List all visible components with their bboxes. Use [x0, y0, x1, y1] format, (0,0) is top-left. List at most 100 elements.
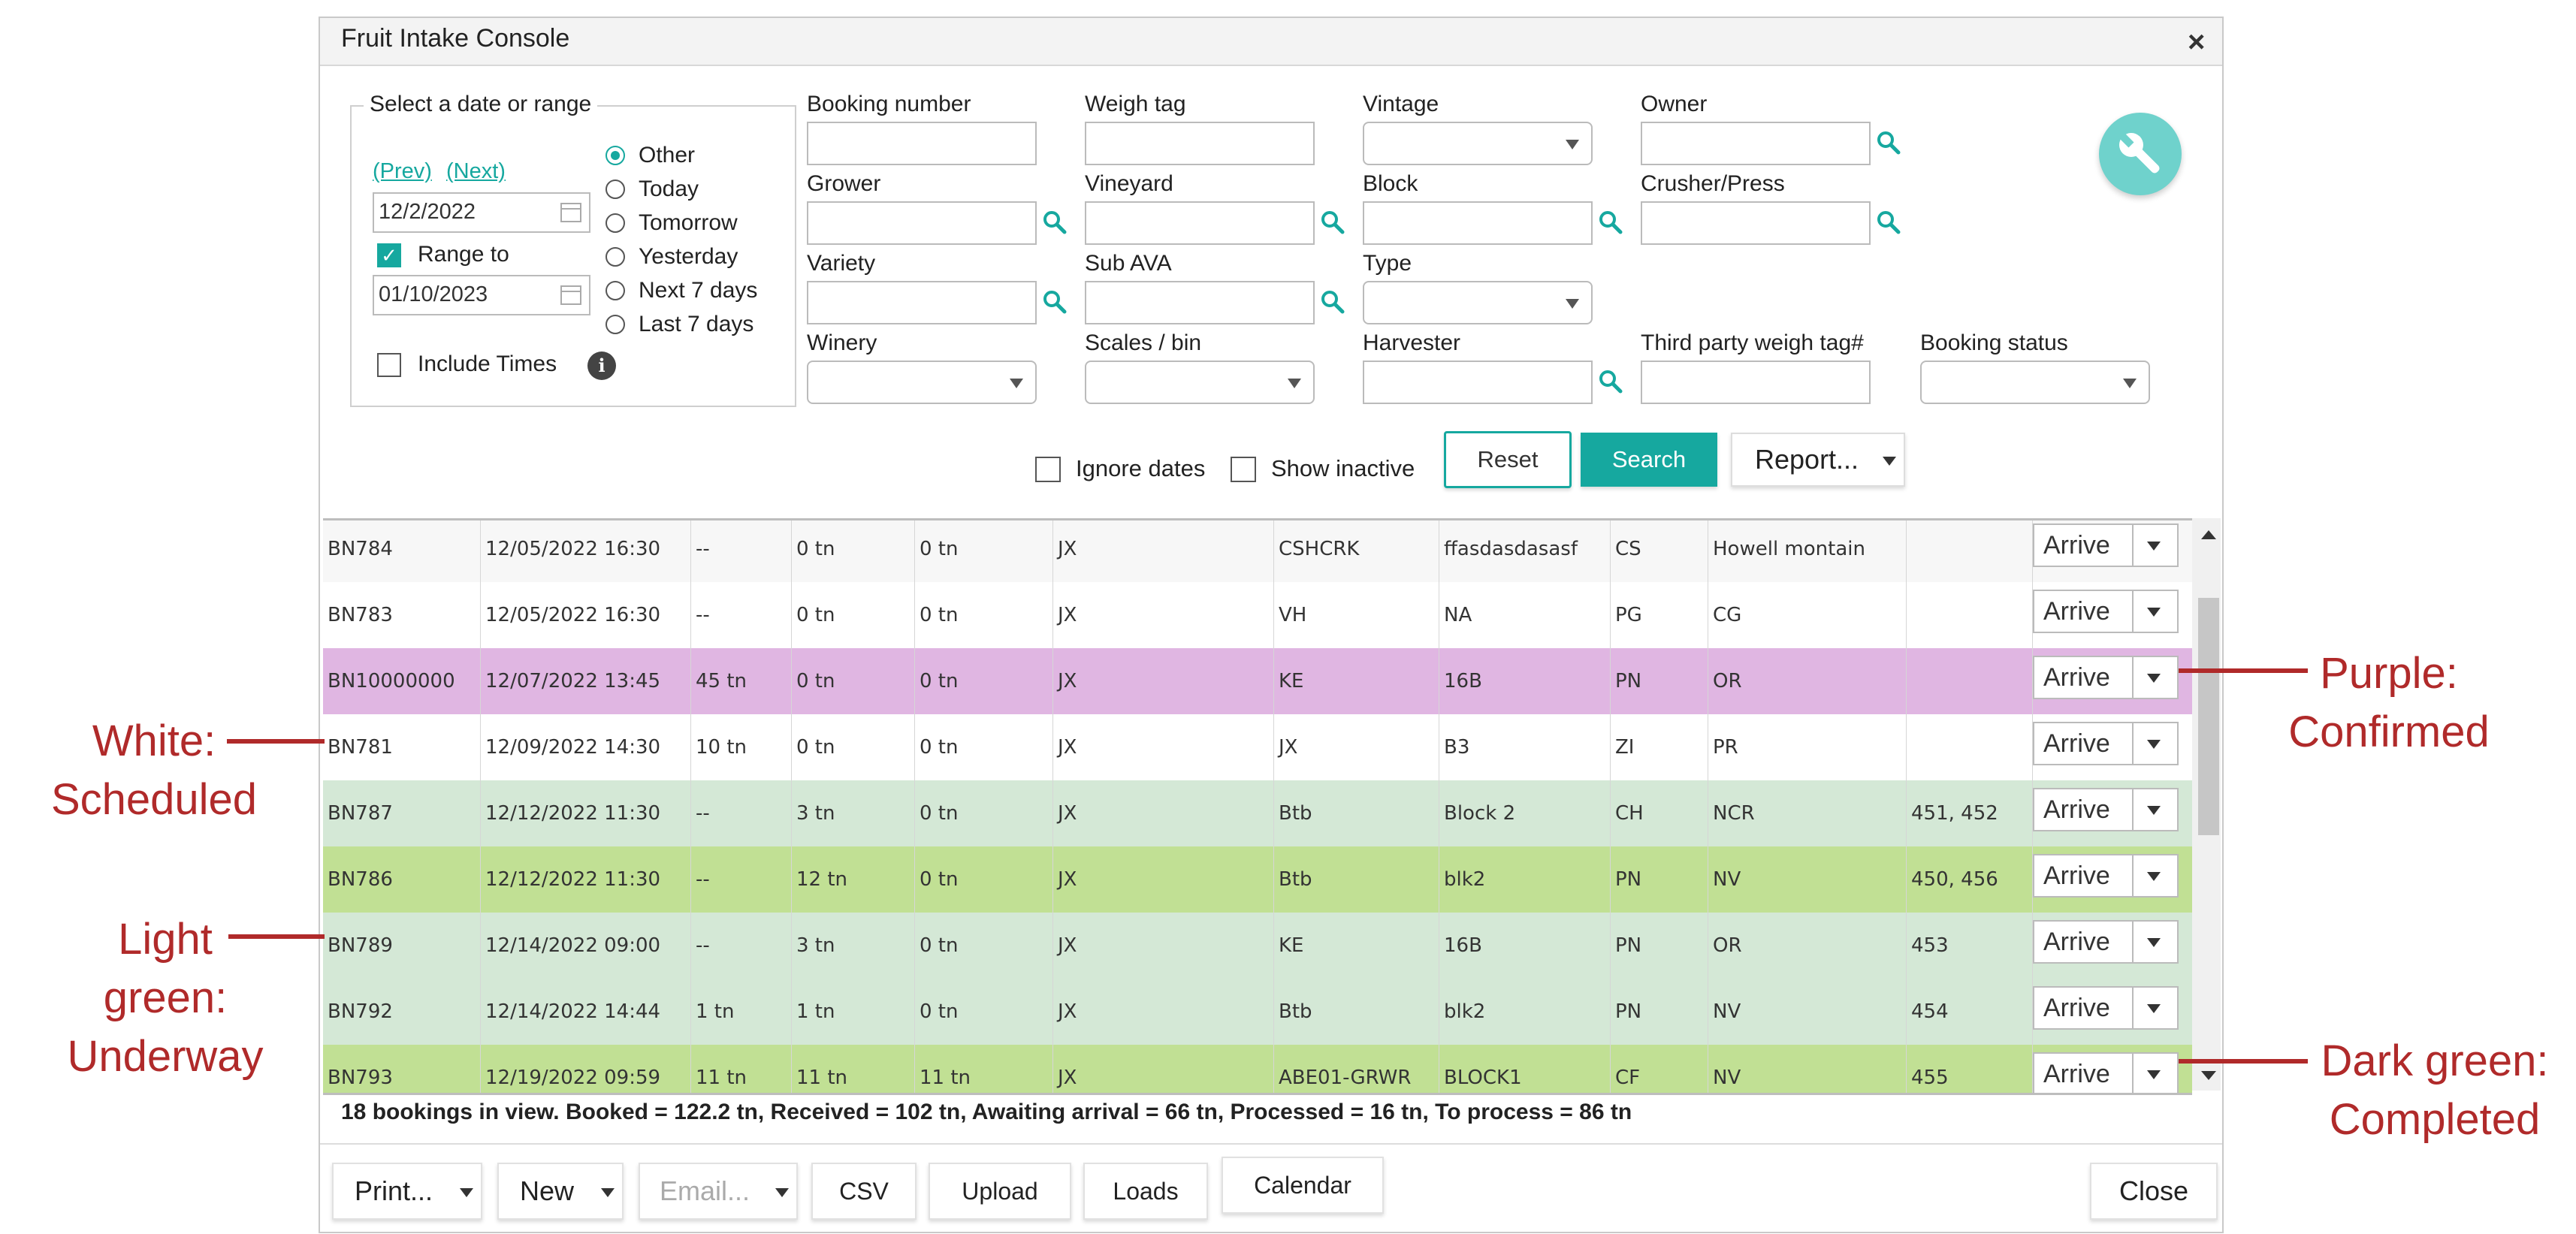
- calendar-icon[interactable]: [560, 285, 581, 305]
- grower-input[interactable]: [807, 201, 1037, 245]
- owner-input[interactable]: [1641, 122, 1871, 165]
- chevron-down-icon[interactable]: [2147, 740, 2161, 749]
- split-divider: [2132, 988, 2134, 1028]
- arrive-button[interactable]: Arrive: [2033, 590, 2179, 633]
- show-inactive-checkbox[interactable]: [1231, 457, 1256, 482]
- arrive-button[interactable]: Arrive: [2033, 986, 2179, 1030]
- arrive-button[interactable]: Arrive: [2033, 523, 2179, 567]
- table-cell: 12/19/2022 09:59: [481, 1045, 691, 1093]
- radio-label: Other: [639, 142, 696, 167]
- table-cell: CSHCRK: [1274, 520, 1439, 582]
- close-button[interactable]: Close: [2090, 1163, 2218, 1220]
- print-button[interactable]: Print...: [332, 1163, 482, 1220]
- new-button[interactable]: New: [497, 1163, 624, 1220]
- variety-input[interactable]: [807, 281, 1037, 324]
- chevron-down-icon[interactable]: [2147, 872, 2161, 881]
- crusher-press-input[interactable]: [1641, 201, 1871, 245]
- table-cell: [1907, 648, 2033, 714]
- search-button[interactable]: Search: [1581, 433, 1717, 487]
- arrive-button[interactable]: Arrive: [2033, 920, 2179, 964]
- radio-next-7-days[interactable]: Next 7 days: [605, 273, 786, 307]
- weigh-tag-input[interactable]: [1085, 122, 1315, 165]
- arrive-button[interactable]: Arrive: [2033, 1052, 2179, 1093]
- arrive-button[interactable]: Arrive: [2033, 854, 2179, 898]
- radio-button[interactable]: [605, 179, 625, 199]
- table-row[interactable]: BN10000000 12/07/2022 13:45 45 tn 0 tn 0 tn J…: [323, 648, 2192, 715]
- vintage-select[interactable]: [1363, 122, 1593, 165]
- radio-button[interactable]: [605, 314, 625, 334]
- arrive-button[interactable]: Arrive: [2033, 656, 2179, 699]
- arrive-button[interactable]: Arrive: [2033, 722, 2179, 765]
- chevron-down-icon[interactable]: [2147, 806, 2161, 815]
- radio-tomorrow[interactable]: Tomorrow: [605, 206, 786, 240]
- table-row[interactable]: BN783 12/05/2022 16:30 -- 0 tn 0 tn JX VH NA PG C…: [323, 582, 2192, 649]
- search-icon[interactable]: [1319, 209, 1345, 234]
- include-times-checkbox[interactable]: [377, 353, 401, 377]
- csv-button[interactable]: CSV: [811, 1163, 917, 1220]
- calendar-button[interactable]: Calendar: [1222, 1157, 1384, 1214]
- table-row[interactable]: BN781 12/09/2022 14:30 10 tn 0 tn 0 tn JX JX B3…: [323, 714, 2192, 781]
- search-icon[interactable]: [1597, 209, 1623, 234]
- radio-button[interactable]: [605, 246, 625, 267]
- block-input[interactable]: [1363, 201, 1593, 245]
- table-row[interactable]: BN786 12/12/2022 11:30 -- 12 tn 0 tn JX Btb blk…: [323, 846, 2192, 913]
- chevron-down-icon[interactable]: [2147, 674, 2161, 683]
- email-button[interactable]: Email...: [639, 1163, 798, 1220]
- info-icon[interactable]: i: [587, 351, 616, 380]
- table-cell: NV: [1708, 1045, 1907, 1093]
- table-row[interactable]: BN793 12/19/2022 09:59 11 tn 11 tn 11 tn JX AB…: [323, 1045, 2192, 1093]
- annotation-purple: Purple: Confirmed: [2254, 644, 2524, 762]
- range-to-checkbox[interactable]: ✓: [377, 243, 401, 267]
- chevron-down-icon[interactable]: [2147, 938, 2161, 947]
- ignore-dates-checkbox[interactable]: [1035, 457, 1061, 482]
- reset-button[interactable]: Reset: [1444, 431, 1572, 488]
- table-row[interactable]: BN784 12/05/2022 16:30 -- 0 tn 0 tn JX CSHCRK f…: [323, 520, 2192, 583]
- next-link[interactable]: (Next): [446, 159, 506, 184]
- search-icon[interactable]: [1041, 288, 1067, 314]
- search-icon[interactable]: [1319, 288, 1345, 314]
- search-icon[interactable]: [1597, 368, 1623, 394]
- loads-button[interactable]: Loads: [1083, 1163, 1208, 1220]
- scrollbar-thumb[interactable]: [2198, 598, 2219, 835]
- arrive-button[interactable]: Arrive: [2033, 788, 2179, 831]
- radio-other[interactable]: Other: [605, 138, 786, 172]
- winery-select[interactable]: [807, 361, 1037, 404]
- scroll-up-icon[interactable]: [2201, 530, 2216, 539]
- vineyard-input[interactable]: [1085, 201, 1315, 245]
- third-party-weigh-tag-input[interactable]: [1641, 361, 1871, 404]
- chevron-down-icon[interactable]: [2147, 542, 2161, 551]
- chevron-down-icon[interactable]: [2147, 1070, 2161, 1079]
- booking-number-input[interactable]: [807, 122, 1037, 165]
- harvester-label: Harvester: [1363, 330, 1461, 355]
- sub-ava-input[interactable]: [1085, 281, 1315, 324]
- chevron-down-icon[interactable]: [2147, 1004, 2161, 1013]
- radio-button[interactable]: [605, 145, 625, 165]
- search-icon[interactable]: [1875, 209, 1901, 234]
- radio-button[interactable]: [605, 280, 625, 300]
- show-inactive-label: Show inactive: [1271, 455, 1415, 481]
- radio-button[interactable]: [605, 213, 625, 233]
- report-button[interactable]: Report...: [1731, 433, 1905, 487]
- radio-yesterday[interactable]: Yesterday: [605, 240, 786, 273]
- table-row[interactable]: BN787 12/12/2022 11:30 -- 3 tn 0 tn JX Btb Bloc…: [323, 780, 2192, 847]
- settings-button[interactable]: [2099, 113, 2182, 195]
- radio-last-7-days[interactable]: Last 7 days: [605, 307, 786, 341]
- booking-status-select[interactable]: [1920, 361, 2150, 404]
- end-date-input[interactable]: 01/10/2023: [373, 275, 590, 315]
- close-icon[interactable]: ×: [2188, 26, 2205, 59]
- chevron-down-icon[interactable]: [2147, 608, 2161, 617]
- table-row[interactable]: BN792 12/14/2022 14:44 1 tn 1 tn 0 tn JX Btb bl…: [323, 979, 2192, 1045]
- scroll-down-icon[interactable]: [2201, 1071, 2216, 1080]
- search-icon[interactable]: [1041, 209, 1067, 234]
- upload-button[interactable]: Upload: [929, 1163, 1071, 1220]
- radio-today[interactable]: Today: [605, 172, 786, 206]
- type-select[interactable]: [1363, 281, 1593, 324]
- prev-link[interactable]: (Prev): [373, 159, 432, 184]
- harvester-input[interactable]: [1363, 361, 1593, 404]
- table-row[interactable]: BN789 12/14/2022 09:00 -- 3 tn 0 tn JX KE 16B PN…: [323, 913, 2192, 979]
- calendar-icon[interactable]: [560, 203, 581, 222]
- table-cell: 16B: [1439, 648, 1611, 714]
- scales-bin-select[interactable]: [1085, 361, 1315, 404]
- start-date-input[interactable]: 12/2/2022: [373, 192, 590, 233]
- search-icon[interactable]: [1875, 129, 1901, 155]
